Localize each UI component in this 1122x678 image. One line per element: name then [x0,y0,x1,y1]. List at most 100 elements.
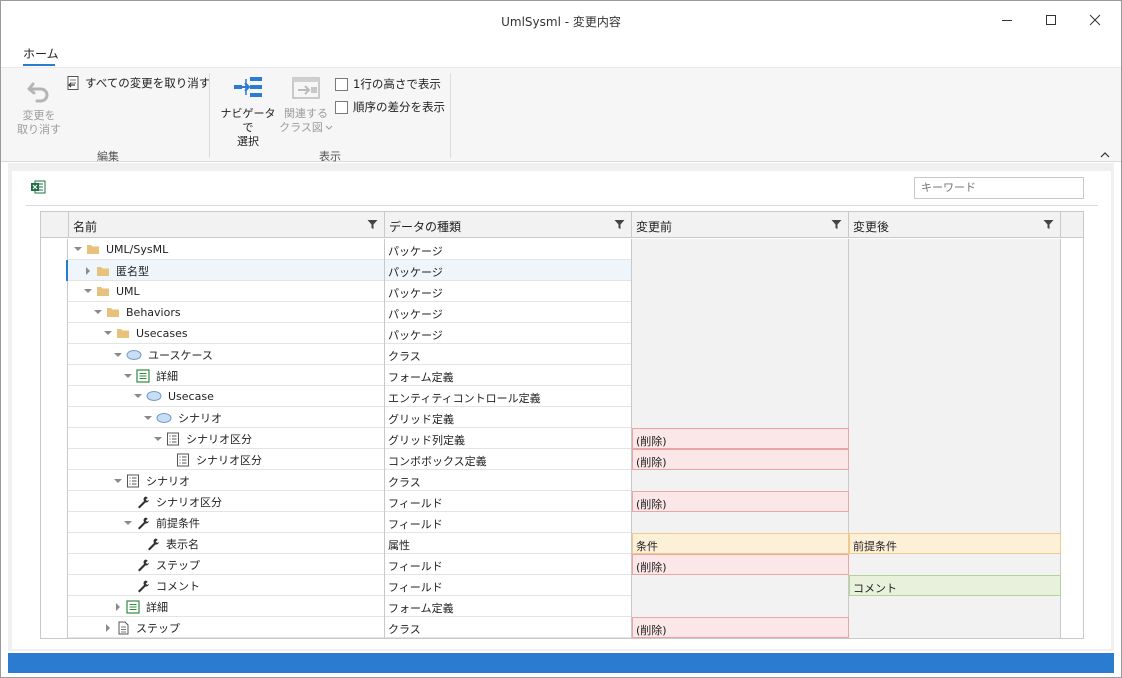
tree-toggle[interactable] [113,348,123,362]
column-header-before[interactable]: 変更前 [632,212,849,238]
close-button[interactable] [1073,1,1117,39]
tab-home[interactable]: ホーム [23,45,59,62]
expanded-toggle-icon[interactable] [123,369,133,383]
filter-icon[interactable] [1043,219,1054,230]
table-row[interactable]: Behaviors パッケージ [41,302,1083,323]
filter-icon[interactable] [831,219,842,230]
after-cell [849,239,1061,260]
row-name: コメント [156,580,200,593]
table-row[interactable]: ステップ クラス (削除) [41,617,1083,638]
collapsed-toggle-icon[interactable] [83,264,93,278]
tree-toggle[interactable] [83,264,93,278]
undo-button[interactable]: 変更を 取り消す [15,75,63,137]
maximize-button[interactable] [1029,1,1073,39]
folder-icon [116,326,130,340]
tree-toggle[interactable] [123,369,133,383]
table-row[interactable]: 匿名型 パッケージ [41,260,1083,281]
close-icon [1089,14,1101,26]
expanded-toggle-icon[interactable] [143,411,153,425]
row-indicator [41,491,68,512]
collapse-ribbon-button[interactable] [1099,149,1111,162]
type-cell: フィールド [385,575,632,596]
name-cell: UML [69,281,385,302]
folder-icon [96,264,110,278]
table-row[interactable]: ステップ フィールド (削除) [41,554,1083,575]
one-line-height-checkbox[interactable]: 1行の高さで表示 [335,76,441,92]
before-cell [632,407,849,428]
expanded-toggle-icon[interactable] [93,305,103,319]
undo-icon [23,75,55,107]
type-cell: グリッド列定義 [385,428,632,449]
expanded-toggle-icon[interactable] [73,242,83,256]
table-row[interactable]: 詳細 フォーム定義 [41,596,1083,617]
expanded-toggle-icon[interactable] [103,326,113,340]
excel-export-icon[interactable] [30,180,46,197]
table-row[interactable]: Usecase エンティティコントロール定義 [41,386,1083,407]
tree-toggle[interactable] [133,389,143,403]
tree-toggle[interactable] [103,326,113,340]
table-row[interactable]: ユースケース クラス [41,344,1083,365]
column-header-type[interactable]: データの種類 [385,212,632,238]
table-row[interactable]: シナリオ クラス [41,470,1083,491]
tree-toggle[interactable] [113,600,123,614]
expanded-toggle-icon[interactable] [83,284,93,298]
expanded-toggle-icon[interactable] [133,389,143,403]
row-padding [1061,491,1083,512]
collapsed-toggle-icon[interactable] [113,600,123,614]
collapsed-toggle-icon[interactable] [103,621,113,635]
table-row[interactable]: コメント フィールド コメント [41,575,1083,596]
expanded-toggle-icon[interactable] [113,474,123,488]
tree-toggle[interactable] [143,411,153,425]
tree-toggle[interactable] [83,284,93,298]
row-padding [1061,239,1083,260]
minimize-button[interactable] [985,1,1029,39]
order-diff-checkbox[interactable]: 順序の差分を表示 [335,99,445,115]
navigator-select-button[interactable]: ナビゲータで 選択 [217,73,279,149]
expanded-toggle-icon[interactable] [113,348,123,362]
folder-icon [86,242,100,256]
tree-toggle[interactable] [73,242,83,256]
before-cell [632,239,849,260]
tab-home-underline [23,64,55,66]
navigator-icon [232,73,264,105]
name-cell: ユースケース [69,344,385,365]
filter-icon[interactable] [367,219,378,230]
checkbox-box[interactable] [335,100,348,114]
undo-all-button[interactable]: すべての変更を取り消す [65,75,210,91]
expanded-toggle-icon[interactable] [153,432,163,446]
type-cell: パッケージ [385,323,632,344]
row-indicator [41,428,68,449]
row-name: ステップ [156,559,200,572]
type-cell: パッケージ [385,239,632,260]
tree-toggle[interactable] [123,516,133,530]
table-row[interactable]: シナリオ区分 グリッド列定義 (削除) [41,428,1083,449]
chevron-up-icon [1100,152,1110,158]
undo-all-label: すべての変更を取り消す [85,76,211,90]
tree-toggle[interactable] [113,474,123,488]
table-row[interactable]: シナリオ グリッド定義 [41,407,1083,428]
type-cell: クラス [385,344,632,365]
tree-toggle[interactable] [153,432,163,446]
table-row[interactable]: UML パッケージ [41,281,1083,302]
related-class-diagram-button[interactable]: 関連する クラス図 [279,73,333,135]
tree-toggle[interactable] [93,305,103,319]
table-row[interactable]: 表示名 属性 条件 前提条件 [41,533,1083,554]
table-row[interactable]: 前提条件 フィールド [41,512,1083,533]
table-row[interactable]: シナリオ区分 フィールド (削除) [41,491,1083,512]
row-indicator [41,596,68,617]
expanded-toggle-icon[interactable] [123,516,133,530]
table-row[interactable]: シナリオ区分 コンボボックス定義 (削除) [41,449,1083,470]
column-header-after[interactable]: 変更後 [849,212,1061,238]
column-header-name[interactable]: 名前 [69,212,385,238]
checkbox-box[interactable] [335,77,348,91]
undo-all-icon [65,75,81,91]
name-cell: ステップ [69,554,385,575]
wrench-icon [136,495,150,509]
filter-icon[interactable] [614,219,625,230]
table-row[interactable]: 詳細 フォーム定義 [41,365,1083,386]
keyword-search-input[interactable] [914,177,1084,199]
header-padding [1061,212,1083,238]
tree-toggle[interactable] [103,621,113,635]
table-row[interactable]: UML/SysML パッケージ [41,239,1083,260]
table-row[interactable]: Usecases パッケージ [41,323,1083,344]
